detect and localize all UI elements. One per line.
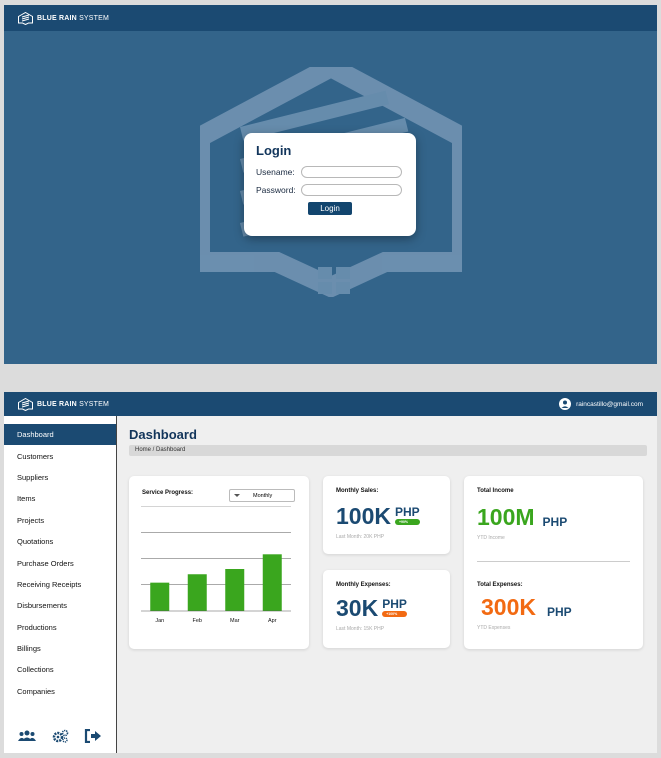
sidebar-item-receiving-receipts[interactable]: Receiving Receipts <box>4 574 116 595</box>
sidebar-item-companies[interactable]: Companies <box>4 681 116 702</box>
total-expenses-sub: YTD Expenses <box>477 625 511 631</box>
brand-name: BLUE RAIN SYSTEM <box>37 400 110 408</box>
user-avatar-icon <box>559 398 572 410</box>
chart-x-tick-label: Mar <box>230 618 240 624</box>
sidebar-item-suppliers[interactable]: Suppliers <box>4 467 116 488</box>
password-label: Password: <box>256 185 296 195</box>
sidebar-item-quotations[interactable]: Quotations <box>4 531 116 552</box>
monthly-expenses-value: 30K <box>336 595 379 621</box>
chart-x-tick-label: Jan <box>155 618 164 624</box>
top-bar: BLUE RAIN SYSTEM <box>4 5 657 31</box>
period-select[interactable]: Monthly <box>229 489 295 502</box>
sidebar-item-productions[interactable]: Productions <box>4 617 116 638</box>
users-icon[interactable] <box>17 729 36 743</box>
sidebar: Dashboard Customers Suppliers Items Proj… <box>4 416 117 753</box>
total-income-unit: PHP <box>542 515 568 529</box>
login-card: Login Usename: Password: Login <box>244 133 416 236</box>
blue-rain-logo-icon <box>18 397 33 411</box>
sidebar-item-disbursements[interactable]: Disbursements <box>4 595 116 616</box>
total-expenses-value: 300K <box>481 594 536 620</box>
monthly-sales-label: Monthly Sales: <box>336 488 379 494</box>
chart-bar-feb <box>187 574 207 611</box>
monthly-expenses-badge: +100% <box>382 611 407 617</box>
monthly-sales-value: 100K <box>336 503 391 529</box>
chart-x-tick-label: Feb <box>193 618 202 624</box>
user-email: raincastillo@gmail.com <box>576 400 643 408</box>
dashboard-top-bar: BLUE RAIN SYSTEM raincastillo@gmail.com <box>4 392 657 416</box>
chart-bar-jan <box>150 582 170 611</box>
monthly-sales-badge: +90% <box>394 519 420 525</box>
blue-rain-logo-icon <box>18 11 33 25</box>
monthly-expenses-unit: PHP <box>382 597 407 611</box>
chart-bar-apr <box>262 554 282 611</box>
monthly-expenses-label: Monthly Expenses: <box>336 582 391 588</box>
totals-divider <box>477 561 630 562</box>
login-screen: BLUE RAIN SYSTEM Login Usename: Password… <box>4 5 657 364</box>
logout-icon[interactable] <box>84 729 102 743</box>
login-title: Login <box>256 143 292 158</box>
user-menu[interactable]: raincastillo@gmail.com <box>559 398 643 410</box>
service-progress-card: Service Progress: Monthly Jan Feb Mar Apr <box>129 476 309 649</box>
monthly-sales-unit: PHP <box>394 505 420 519</box>
service-progress-chart: Jan Feb Mar Apr <box>141 506 291 624</box>
total-income-value: 100M <box>477 504 535 530</box>
dropdown-arrow-icon <box>234 494 240 497</box>
sidebar-item-billings[interactable]: Billings <box>4 638 116 659</box>
login-button[interactable]: Login <box>308 202 352 215</box>
brand-name: BLUE RAIN SYSTEM <box>37 14 110 22</box>
monthly-expenses-card: Monthly Expenses: 30K PHP +100% Last Mon… <box>323 570 450 648</box>
username-input[interactable] <box>301 166 402 178</box>
total-income-label: Total Income <box>477 488 514 494</box>
username-label: Usename: <box>256 167 295 177</box>
monthly-sales-card: Monthly Sales: 100K PHP +90% Last Month:… <box>323 476 450 554</box>
totals-card: Total Income 100M PHP YTD Income Total E… <box>464 476 643 649</box>
main-content: Dashboard Home / Dashboard Service Progr… <box>129 416 647 753</box>
settings-icon[interactable] <box>51 729 69 743</box>
password-row: Password: <box>256 184 404 196</box>
period-select-value: Monthly <box>253 492 273 499</box>
password-input[interactable] <box>301 184 402 196</box>
sidebar-item-items[interactable]: Items <box>4 488 116 509</box>
sidebar-item-projects[interactable]: Projects <box>4 510 116 531</box>
sidebar-bottom-icons <box>4 729 116 743</box>
monthly-sales-sub: Last Month: 20K PHP <box>336 534 385 540</box>
total-expenses-unit: PHP <box>546 605 572 619</box>
page-title: Dashboard <box>129 427 197 442</box>
sidebar-item-customers[interactable]: Customers <box>4 445 116 466</box>
chart-x-tick-label: Apr <box>268 618 277 624</box>
sidebar-item-collections[interactable]: Collections <box>4 659 116 680</box>
username-row: Usename: <box>256 166 404 178</box>
dashboard-screen: BLUE RAIN SYSTEM raincastillo@gmail.com … <box>4 392 657 753</box>
total-income-sub: YTD Income <box>477 535 505 541</box>
monthly-expenses-sub: Last Month: 15K PHP <box>336 626 385 632</box>
breadcrumb[interactable]: Home / Dashboard <box>129 445 647 456</box>
chart-bar-mar <box>225 569 245 611</box>
total-expenses-label: Total Expenses: <box>477 582 523 588</box>
sidebar-item-purchase-orders[interactable]: Purchase Orders <box>4 552 116 573</box>
sidebar-item-dashboard[interactable]: Dashboard <box>4 424 116 446</box>
